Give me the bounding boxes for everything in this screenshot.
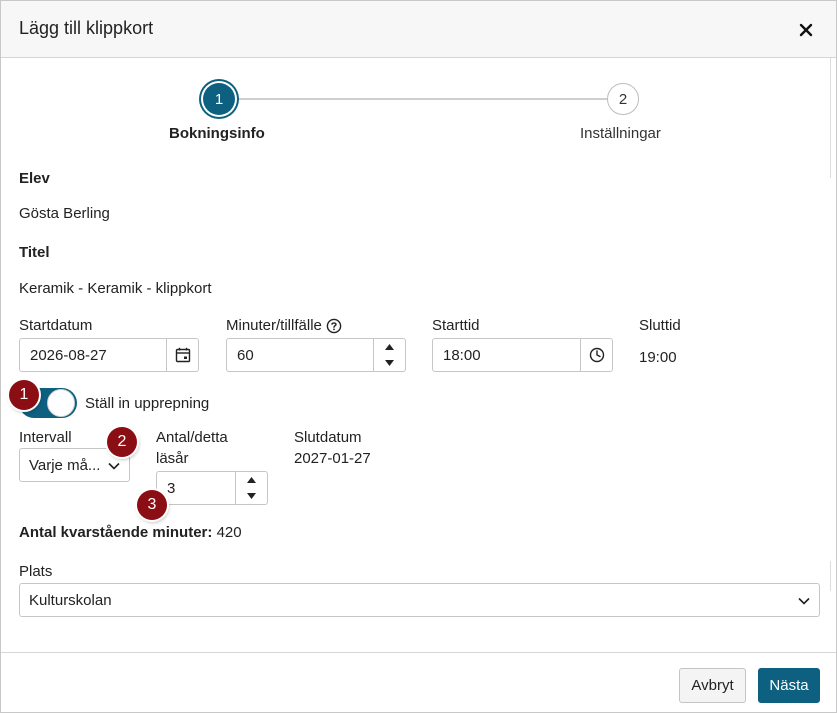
callout-badge-2: 2 (107, 427, 137, 457)
dialog-footer: Avbryt Nästa (1, 652, 836, 712)
badge-2-number: 2 (117, 433, 127, 450)
minutes-label-group: Minuter/tillfälle (226, 317, 342, 334)
step-2-label: Inställningar (580, 125, 661, 142)
student-label: Elev (19, 170, 50, 187)
clock-icon (589, 347, 604, 363)
interval-value: Varje må... (29, 457, 101, 474)
repeat-toggle-label: Ställ in upprepning (85, 395, 210, 412)
end-time-label: Sluttid (639, 317, 681, 334)
calendar-icon (175, 347, 190, 363)
close-button[interactable] (792, 16, 820, 44)
help-icon[interactable] (326, 318, 342, 334)
time-picker-button[interactable] (580, 339, 612, 371)
start-date-value: 2026-08-27 (30, 347, 107, 364)
count-label-line2: läsår (156, 450, 189, 467)
count-spinner (235, 472, 267, 504)
title-value: Keramik - Keramik - klippkort (19, 280, 212, 297)
start-time-field[interactable]: 18:00 (432, 338, 613, 372)
minutes-increment-button[interactable] (374, 339, 405, 355)
interval-label: Intervall (19, 429, 72, 446)
arrow-down-icon (247, 493, 256, 499)
location-value: Kulturskolan (29, 592, 112, 609)
add-punch-card-dialog: Lägg till klippkort 1 2 Bokningsinfo Ins… (0, 0, 837, 713)
start-time-label: Starttid (432, 317, 480, 334)
arrow-up-icon (247, 477, 256, 483)
count-input[interactable]: 3 (156, 471, 268, 505)
count-value: 3 (167, 480, 176, 497)
calendar-button[interactable] (166, 339, 198, 371)
step-1-label: Bokningsinfo (169, 125, 265, 142)
student-value: Gösta Berling (19, 205, 110, 222)
end-time-value: 19:00 (639, 349, 677, 366)
remaining-minutes: Antal kvarstående minuter: 420 (19, 524, 242, 541)
arrow-up-icon (385, 344, 394, 350)
minutes-input[interactable]: 60 (226, 338, 406, 372)
chevron-down-icon (798, 597, 810, 605)
step-1-number: 1 (214, 90, 224, 108)
minutes-value: 60 (237, 347, 254, 364)
remaining-minutes-label: Antal kvarstående minuter: (19, 524, 213, 541)
remaining-minutes-value: 420 (216, 524, 242, 541)
start-date-label: Startdatum (19, 317, 93, 334)
cancel-button[interactable]: Avbryt (679, 668, 746, 703)
arrow-down-icon (385, 360, 394, 366)
stepper-connector (236, 98, 608, 100)
callout-badge-3: 3 (137, 490, 167, 520)
end-date-value: 2027-01-27 (294, 450, 371, 467)
start-date-field[interactable]: 2026-08-27 (19, 338, 199, 372)
step-1-indicator[interactable]: 1 (203, 83, 235, 115)
step-2-number: 2 (618, 90, 628, 108)
scrollbar-track-lower (830, 561, 831, 591)
dialog-title: Lägg till klippkort (19, 18, 154, 38)
start-time-value: 18:00 (443, 347, 481, 364)
step-2-indicator[interactable]: 2 (607, 83, 639, 115)
count-decrement-button[interactable] (236, 488, 267, 504)
location-select[interactable]: Kulturskolan (19, 583, 820, 617)
chevron-down-icon (108, 462, 120, 470)
toggle-knob (47, 389, 75, 417)
scrollbar-track (830, 58, 831, 178)
count-label-line1: Antal/detta (156, 429, 228, 446)
next-button[interactable]: Nästa (758, 668, 820, 703)
count-increment-button[interactable] (236, 472, 267, 488)
title-label: Titel (19, 244, 50, 261)
callout-badge-1: 1 (9, 380, 39, 410)
end-date-label: Slutdatum (294, 429, 362, 446)
close-icon (799, 23, 813, 37)
minutes-label: Minuter/tillfälle (226, 317, 322, 334)
badge-3-number: 3 (147, 496, 157, 513)
minutes-spinner (373, 339, 405, 371)
minutes-decrement-button[interactable] (374, 355, 405, 371)
dialog-header: Lägg till klippkort (1, 1, 836, 58)
location-label: Plats (19, 563, 53, 580)
badge-1-number: 1 (19, 386, 29, 403)
